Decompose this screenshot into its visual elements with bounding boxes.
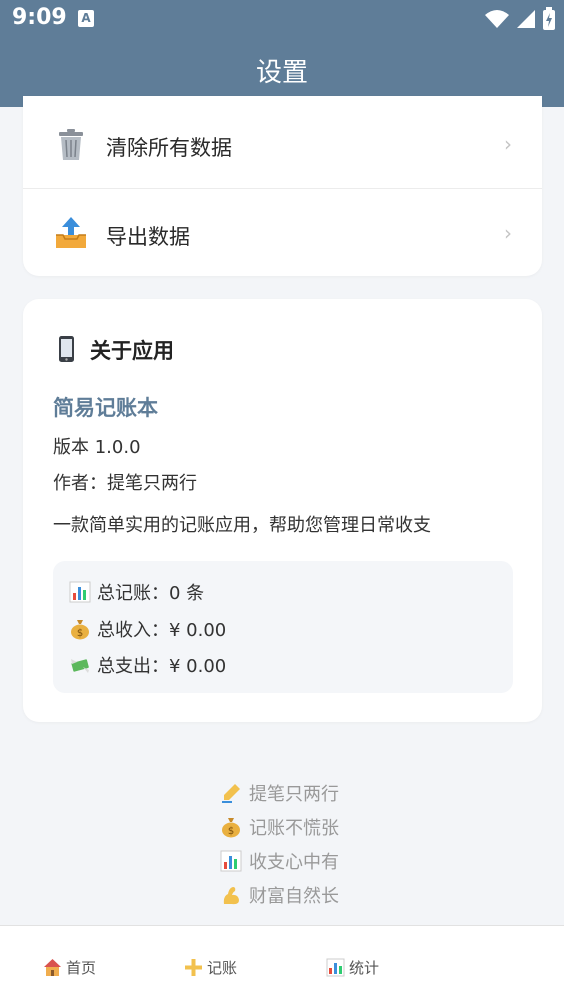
plus-icon [184,958,203,977]
clear-data-row[interactable]: 清除所有数据 › [23,100,542,188]
svg-text:$: $ [228,826,234,837]
battery-icon [543,7,555,30]
bottom-navigation: 首页 记账 统计 [0,925,564,1004]
data-management-card: 清除所有数据 › 导出数据 › [23,96,542,276]
money-wings-icon [69,654,91,676]
status-time: 9:09 [12,5,67,30]
chevron-right-icon: › [504,132,512,156]
app-author: 作者：提笔只两行 [53,473,197,494]
app-description: 一款简单实用的记账应用，帮助您管理日常收支 [53,515,431,536]
chevron-right-icon: › [504,221,512,245]
export-data-row[interactable]: 导出数据 › [23,189,542,277]
system-icons [484,7,556,31]
bar-chart-icon [326,958,345,977]
money-bag-icon: $ [69,618,91,640]
page-title: 设置 [255,58,308,88]
bar-chart-icon [220,850,242,872]
about-card: 关于应用 简易记账本 版本 1.0.0 作者：提笔只两行 一款简单实用的记账应用… [23,299,542,722]
mobile-phone-icon [53,335,79,367]
flexed-arm-icon [220,884,242,906]
app-name: 简易记账本 [53,396,158,420]
app-header: 9:09 A 设置 [0,0,564,107]
export-icon [53,215,89,251]
bar-chart-icon [69,581,91,603]
export-data-label: 导出数据 [106,225,190,249]
app-version: 版本 1.0.0 [53,437,141,458]
writing-hand-icon [220,782,242,804]
money-bag-icon: $ [220,816,242,838]
notification-a-icon: A [78,10,94,27]
wifi-icon [484,10,509,28]
stats-panel: 总记账：0 条 $ 总收入：¥ 0.00 总支出：¥ 0.00 [53,561,513,693]
trash-icon [53,126,89,162]
svg-text:$: $ [77,628,83,639]
clear-data-label: 清除所有数据 [106,136,232,160]
home-icon [43,958,62,977]
status-bar: 9:09 A [0,0,564,38]
signal-icon [516,10,535,28]
about-heading-text: 关于应用 [90,339,174,363]
